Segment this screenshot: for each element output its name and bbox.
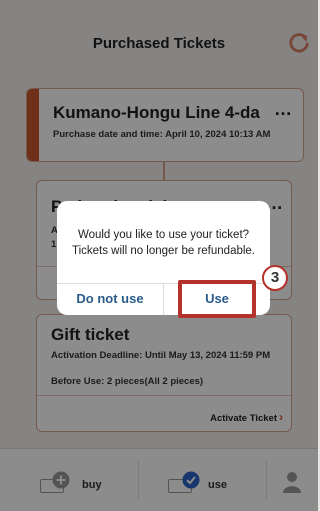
dialog-message: Would you like to use your ticket? Ticke…	[71, 229, 256, 257]
app-screen: Purchased Tickets Kumano-Hongu Line 4-da…	[0, 0, 318, 511]
do-not-use-button[interactable]: Do not use	[57, 283, 163, 315]
step-number-badge: 3	[262, 265, 288, 291]
highlight-box	[178, 280, 256, 318]
